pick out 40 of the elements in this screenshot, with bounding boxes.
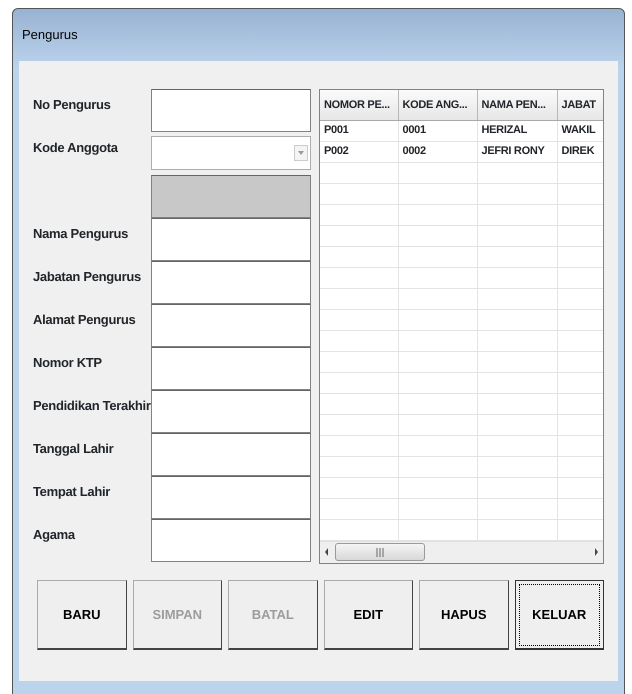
table-cell: DIREK	[557, 141, 603, 162]
field-label: No Pengurus	[33, 97, 111, 112]
field-label: Jabatan Pengurus	[33, 269, 141, 284]
input-field[interactable]	[151, 433, 311, 476]
input-field[interactable]	[151, 261, 311, 304]
scroll-thumb[interactable]	[335, 543, 425, 562]
table-cell: 0002	[398, 141, 477, 162]
input-field[interactable]	[151, 519, 311, 562]
column-header[interactable]: JABAT	[557, 90, 603, 120]
table-cell: JEFRI RONY	[477, 141, 557, 162]
dropdown-field[interactable]	[151, 136, 311, 170]
field-label: Agama	[33, 527, 75, 542]
column-header[interactable]: NAMA PEN...	[477, 90, 557, 120]
table-cell: P002	[320, 141, 398, 162]
field-label: Nomor KTP	[33, 355, 102, 370]
field-label: Tanggal Lahir	[33, 441, 114, 456]
input-field[interactable]	[151, 390, 311, 433]
column-header[interactable]: KODE ANG...	[398, 90, 477, 120]
action-button[interactable]: KELUAR	[514, 580, 604, 650]
table-cell: P001	[320, 120, 398, 141]
action-button[interactable]: EDIT	[324, 580, 413, 650]
field-label: Alamat Pengurus	[33, 312, 136, 327]
scroll-left-icon[interactable]	[324, 547, 329, 558]
window-title: Pengurus	[22, 26, 78, 44]
column-header[interactable]: NOMOR PE...	[320, 90, 398, 120]
scroll-right-icon[interactable]	[594, 547, 599, 558]
action-button[interactable]: HAPUS	[419, 580, 508, 650]
action-button[interactable]: BARU	[37, 580, 126, 650]
table-cell: WAKIL	[557, 120, 603, 141]
table-cell: HERIZAL	[477, 120, 557, 141]
field-label: Nama Pengurus	[33, 226, 128, 241]
input-field[interactable]	[151, 347, 311, 390]
input-field[interactable]	[151, 218, 311, 261]
table-cell: 0001	[398, 120, 477, 141]
input-field[interactable]	[151, 89, 311, 132]
input-field[interactable]	[151, 476, 311, 519]
field-label: Tempat Lahir	[33, 484, 110, 499]
input-field[interactable]	[151, 304, 311, 347]
field-label: Kode Anggota	[33, 140, 118, 155]
field-label: Pendidikan Terakhir	[33, 398, 151, 413]
